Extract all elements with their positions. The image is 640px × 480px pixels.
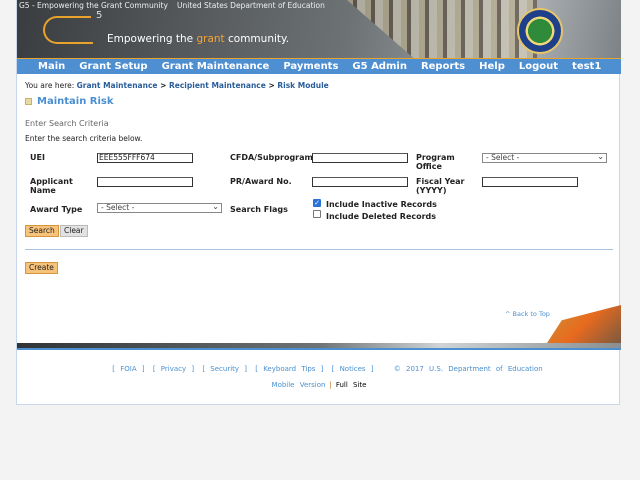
instructions: Enter the search criteria below. [25,134,143,143]
breadcrumb-grant-maintenance[interactable]: Grant Maintenance [77,81,158,90]
mobile-version-link[interactable]: Mobile Version [272,381,326,389]
department-seal-icon [517,8,563,54]
pr-award-input[interactable] [312,177,408,187]
include-deleted-label: Include Deleted Records [326,212,437,221]
nav-main[interactable]: Main [38,61,65,72]
label-line: (YYYY) [416,186,447,195]
uei-input[interactable]: EEE555FFF674 [97,153,193,163]
award-type-label: Award Type [30,205,83,214]
footer-keyboard-tips-link[interactable]: [ Keyboard Tips ] [255,365,323,373]
breadcrumb-recipient-maintenance[interactable]: Recipient Maintenance [169,81,266,90]
divider [25,249,613,250]
breadcrumb: You are here: Grant Maintenance > Recipi… [25,81,329,90]
select-value: - Select - [101,203,135,212]
page-container: G5 - Empowering the Grant Community Unit… [16,0,621,405]
program-office-label: Program Office [416,153,455,171]
search-button[interactable]: Search [25,225,59,237]
tagline-text: Empowering the [107,33,197,45]
g5-logo-five: 5 [96,10,103,21]
breadcrumb-risk-module[interactable]: Risk Module [277,81,328,90]
page-title-text: Maintain Risk [37,96,114,107]
label-line: Name [30,186,56,195]
applicant-name-label: Applicant Name [30,177,73,195]
logo-alt-text: G5 - Empowering the Grant Community [19,1,168,10]
chevron-down-icon: ⌄ [212,202,219,211]
back-to-top-link[interactable]: ^ Back to Top [505,310,550,318]
tagline-text-end: community. [224,33,290,45]
include-inactive-label: Include Inactive Records [326,200,437,209]
create-button[interactable]: Create [25,262,58,274]
nav-payments[interactable]: Payments [283,61,338,72]
uei-label: UEI [30,153,45,162]
include-deleted-checkbox[interactable] [313,210,321,218]
nav-help[interactable]: Help [479,61,505,72]
footer-notices-link[interactable]: [ Notices ] [332,365,374,373]
award-type-select[interactable]: - Select - ⌄ [97,203,222,213]
nav-logout[interactable]: Logout [519,61,558,72]
nav-grant-maintenance[interactable]: Grant Maintenance [162,61,270,72]
fiscal-year-label: Fiscal Year (YYYY) [416,177,464,195]
footer-foia-link[interactable]: [ FOIA ] [112,365,144,373]
main-nav: Main Grant Setup Grant Maintenance Payme… [17,58,621,74]
chevron-down-icon: ⌄ [597,152,604,161]
page-icon [25,98,32,105]
cfda-label: CFDA/Subprogram [230,153,313,162]
breadcrumb-sep: > [157,81,169,90]
footer-security-link[interactable]: [ Security ] [202,365,247,373]
g5-logo[interactable] [43,16,91,44]
footer-band [17,343,621,350]
footer-privacy-link[interactable]: [ Privacy ] [153,365,194,373]
applicant-name-input[interactable] [97,177,193,187]
page-title: Maintain Risk [25,96,114,107]
copyright: © 2017 U.S. Department of Education [393,365,543,373]
footer-links: [ FOIA ] [ Privacy ] [ Security ] [ Keyb… [17,365,621,373]
section-heading: Enter Search Criteria [25,119,109,128]
label-line: Fiscal Year [416,177,465,186]
full-site-label: Full Site [335,381,367,389]
cfda-input[interactable] [312,153,408,163]
classroom-image [547,305,621,343]
include-inactive-checkbox[interactable]: ✓ [313,199,321,207]
nav-reports[interactable]: Reports [421,61,465,72]
seal-alt-text: United States Department of Education [177,1,325,10]
g5-logo-bar [69,42,93,44]
clear-button[interactable]: Clear [60,225,88,237]
search-flags-label: Search Flags [230,205,288,214]
fiscal-year-input[interactable] [482,177,578,187]
nav-g5-admin[interactable]: G5 Admin [352,61,407,72]
library-shelves-image [347,0,537,58]
nav-grant-setup[interactable]: Grant Setup [79,61,147,72]
breadcrumb-sep: > [265,81,278,90]
pr-award-label: PR/Award No. [230,177,292,186]
tagline-grant: grant [196,33,225,45]
site-version: Mobile Version | Full Site [17,381,621,389]
tagline: Empowering the grant community. [107,33,289,45]
select-value: - Select - [486,153,520,162]
nav-user[interactable]: test1 [572,61,601,72]
program-office-select[interactable]: - Select - ⌄ [482,153,607,163]
separator: | [329,381,332,389]
label-line: Applicant [30,177,73,186]
breadcrumb-prefix: You are here: [25,81,77,90]
header-banner: G5 - Empowering the Grant Community Unit… [17,0,621,58]
label-line: Program [416,153,455,162]
label-line: Office [416,162,442,171]
